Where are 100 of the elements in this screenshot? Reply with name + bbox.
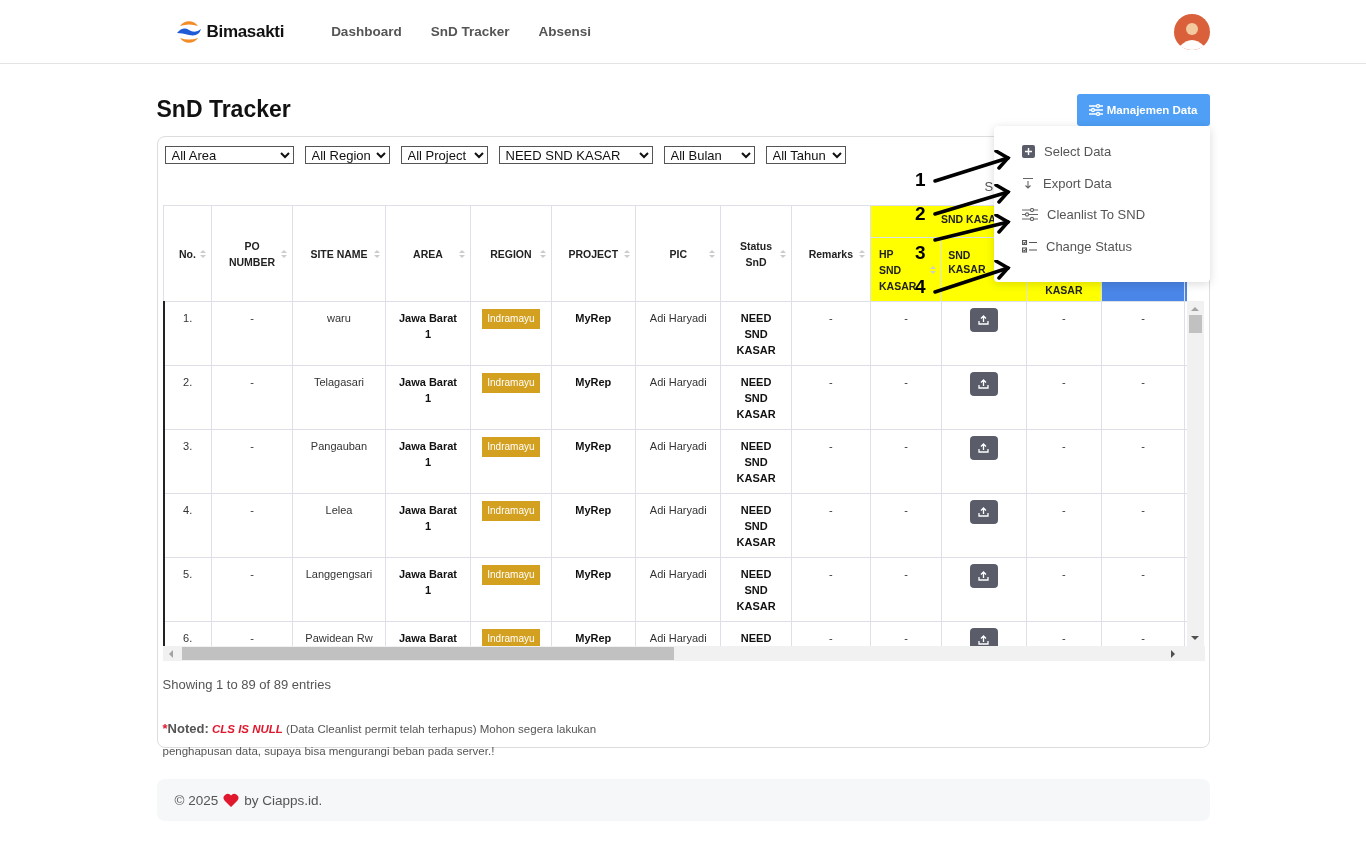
horizontal-scrollbar[interactable] <box>162 646 1205 661</box>
nav-link[interactable]: SnD Tracker <box>430 24 510 39</box>
download-icon <box>1022 177 1034 190</box>
vertical-scrollbar[interactable] <box>1186 301 1204 646</box>
table-cell: - <box>1061 376 1066 388</box>
column-header[interactable]: AREA <box>385 205 471 302</box>
column-header[interactable]: PO NUMBER <box>211 205 293 302</box>
table-cell: - <box>829 632 833 644</box>
region-tag: Indramayu <box>482 501 540 521</box>
sort-icon[interactable] <box>859 248 865 259</box>
menu-item[interactable]: Cleanlist To SND <box>994 199 1210 231</box>
filter-select[interactable]: All Area <box>164 146 294 164</box>
table-cell: Jawa Barat 1 <box>398 312 458 340</box>
table-cell: 4. <box>183 504 193 516</box>
table-cell: Jawa Barat 1 <box>398 504 458 532</box>
column-header[interactable]: PROJECT <box>551 205 636 302</box>
nav-link[interactable]: Dashboard <box>331 24 402 39</box>
note-text: *Noted: CLS IS NULL (Data Cleanlist permit telah terhapus) Mohon segera lakukan penghapusan data, supaya bisa mengurangi beban pada server.! <box>162 720 598 759</box>
table-cell: Lelea <box>325 504 353 516</box>
table-cell: - <box>829 312 833 324</box>
filter-select[interactable]: All Tahun <box>765 146 846 164</box>
filter-select[interactable]: All Bulan <box>663 146 755 164</box>
avatar-icon[interactable] <box>1173 13 1210 50</box>
menu-item[interactable]: Export Data <box>994 167 1210 199</box>
filter-select[interactable]: All Region <box>304 146 390 164</box>
table-cell: Adi Haryadi <box>649 440 707 452</box>
table-cell: 1. <box>183 312 193 324</box>
sliders-icon <box>1022 208 1038 222</box>
table-cell: - <box>1061 568 1066 580</box>
table-cell-text: NEED SND KASAR <box>735 503 777 550</box>
table-cell: 2. <box>183 376 193 388</box>
table-cell: MyRep <box>575 568 612 580</box>
upload-button[interactable] <box>969 436 998 460</box>
sort-icon[interactable] <box>459 248 466 259</box>
entries-info: Showing 1 to 89 of 89 entries <box>162 677 332 692</box>
menu-item[interactable]: Select Data <box>994 136 1210 168</box>
table-cell: - <box>829 440 833 452</box>
table-cell: - <box>1141 568 1145 580</box>
sort-icon[interactable] <box>709 248 716 259</box>
table-cell-text: NEED SND KASAR <box>735 311 777 358</box>
column-header[interactable]: REGION <box>470 205 552 302</box>
table-cell: - <box>829 376 833 388</box>
upload-button[interactable] <box>969 372 998 396</box>
sort-icon[interactable] <box>779 248 786 259</box>
table-cell: - <box>1141 440 1145 452</box>
sliders-icon <box>1088 103 1103 116</box>
table-cell: - <box>250 504 254 516</box>
upload-icon <box>978 635 990 645</box>
step-number: 4 <box>915 276 926 298</box>
table-cell: - <box>1061 312 1066 324</box>
table-cell: - <box>250 376 254 388</box>
table-cell: Pangauban <box>310 440 368 452</box>
upload-button[interactable] <box>969 564 998 588</box>
upload-button[interactable] <box>969 308 998 332</box>
sort-icon[interactable] <box>539 248 546 259</box>
step-number: 3 <box>915 242 926 264</box>
table-cell: - <box>904 440 908 452</box>
region-tag: Indramayu <box>482 437 540 457</box>
table-cell: - <box>1061 632 1066 644</box>
table-cell: MyRep <box>575 312 612 324</box>
page-title: SnD Tracker <box>156 96 291 123</box>
upload-button[interactable] <box>969 500 998 524</box>
table-cell: - <box>250 568 254 580</box>
column-header[interactable]: Remarks <box>791 205 871 302</box>
sort-icon[interactable] <box>281 248 288 259</box>
sort-icon[interactable] <box>373 248 380 259</box>
table-cell: Adi Haryadi <box>649 312 707 324</box>
upload-button[interactable] <box>969 628 998 646</box>
column-header[interactable]: PIC <box>635 205 721 302</box>
table-cell: - <box>1141 504 1145 516</box>
table-cell: - <box>829 568 833 580</box>
brand-name[interactable]: Bimasakti <box>206 21 285 42</box>
table-cell: Telagasari <box>313 376 365 388</box>
table-cell: waru <box>327 312 351 324</box>
region-tag: Indramayu <box>482 373 540 393</box>
table-cell: Langgengsari <box>305 568 373 580</box>
table-cell-text: NEED SND KASAR <box>735 567 777 614</box>
add-icon <box>1022 145 1035 159</box>
table-cell: - <box>250 440 254 452</box>
table-cell: Jawa Barat <box>398 632 458 644</box>
upload-icon <box>978 315 990 325</box>
column-header[interactable]: No. <box>163 205 212 302</box>
region-tag: Indramayu <box>482 629 540 646</box>
filter-select[interactable]: All Project <box>400 146 488 164</box>
filter-select[interactable]: NEED SND KASAR <box>498 146 653 164</box>
sort-icon[interactable] <box>199 248 206 259</box>
credit-text: by Ciapps.id. <box>244 792 323 808</box>
column-header[interactable]: SITE NAME <box>292 205 386 302</box>
sort-icon[interactable] <box>624 248 630 259</box>
heart-icon <box>223 793 240 807</box>
nav-link[interactable]: Absensi <box>538 24 591 39</box>
column-header[interactable]: Status SnD <box>720 205 792 302</box>
table-cell: 6. <box>183 632 193 644</box>
sort-icon[interactable] <box>930 264 937 275</box>
checklist-icon <box>1022 239 1037 253</box>
step-number: 2 <box>915 203 926 225</box>
table-cell-text: NEED <box>739 631 773 646</box>
table-cell: 5. <box>183 568 193 580</box>
upload-icon <box>978 507 990 517</box>
table-cell: MyRep <box>575 376 612 388</box>
